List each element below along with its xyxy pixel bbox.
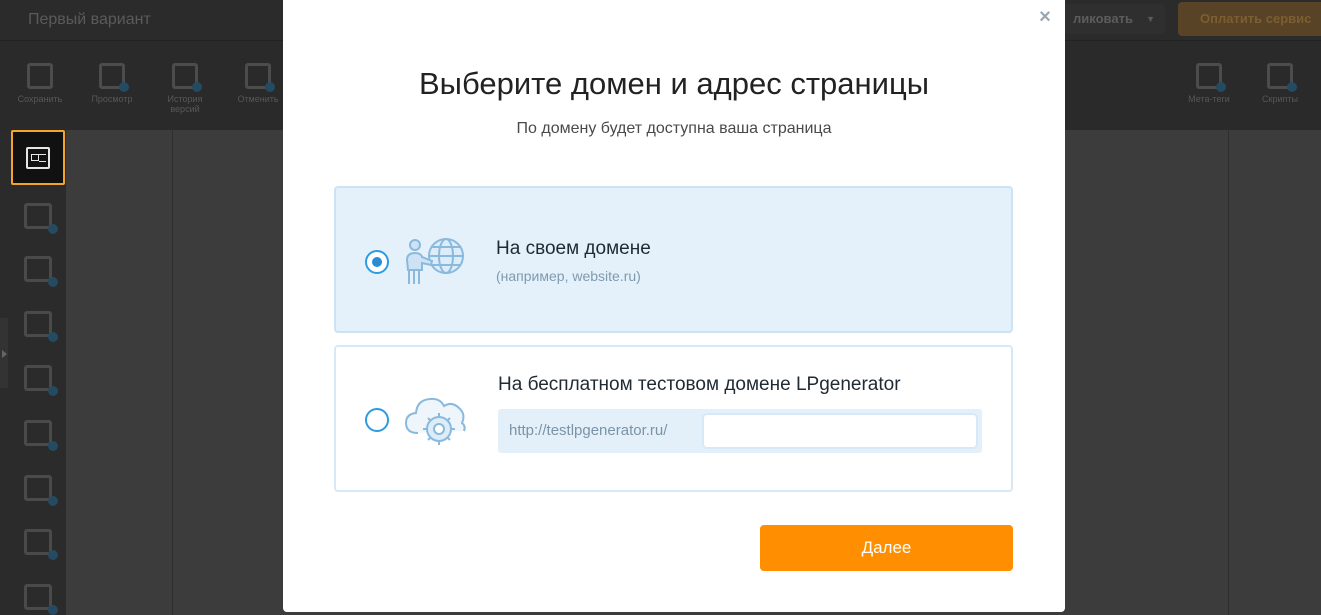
test-domain-field-group: http://testlpgenerator.ru/: [498, 409, 982, 453]
floppy-icon: [27, 63, 53, 89]
option-own-domain-hint: (например, website.ru): [496, 268, 641, 284]
text-block-icon: [26, 147, 50, 169]
info-dot-icon: [48, 332, 58, 342]
info-dot-icon: [48, 496, 58, 506]
info-dot-icon: [48, 605, 58, 615]
info-dot-icon: [48, 550, 58, 560]
save-tool-label: Сохранить: [17, 94, 63, 104]
history-tool-label: История версий: [167, 94, 203, 114]
sidebar-item-widget[interactable]: [24, 203, 58, 234]
preview-tool-label: Просмотр: [91, 94, 133, 104]
option-own-domain-title: На своем домене: [496, 238, 651, 259]
sidebar-item-text-block[interactable]: [11, 130, 65, 185]
meta-tags-tool-label: Мета-теги: [1188, 94, 1230, 104]
variant-name[interactable]: Первый вариант: [14, 7, 276, 33]
pay-service-button[interactable]: Оплатить сервис: [1178, 2, 1321, 36]
canvas-guide-left: [172, 130, 173, 615]
radio-own-domain[interactable]: [365, 250, 389, 274]
sidebar-item-map[interactable]: [24, 529, 58, 560]
monitor-icon: [99, 63, 129, 92]
history-icon: [172, 63, 202, 92]
sidebar-item-slider[interactable]: [24, 475, 58, 506]
modal-title: Выберите домен и адрес страницы: [419, 66, 929, 101]
preview-tool[interactable]: Просмотр: [82, 63, 142, 104]
publish-button[interactable]: ликовать ▼: [1065, 4, 1165, 34]
presenter-globe-icon: [405, 238, 464, 284]
next-button[interactable]: Далее: [760, 525, 1013, 571]
canvas-guide-right: [1228, 130, 1229, 615]
history-tool[interactable]: История версий: [155, 63, 215, 114]
scripts-tool-label: Скрипты: [1262, 94, 1298, 104]
info-dot-icon: [48, 441, 58, 451]
close-icon[interactable]: ×: [1035, 6, 1055, 28]
sidebar-item-timer[interactable]: [24, 256, 58, 287]
info-dot-icon: [48, 386, 58, 396]
info-dot-icon: [48, 277, 58, 287]
option-test-domain[interactable]: На бесплатном тестовом домене LPgenerato…: [334, 345, 1013, 492]
sidebar-item-video[interactable]: [24, 420, 58, 451]
save-tool[interactable]: Сохранить: [10, 63, 70, 104]
test-domain-prefix: http://testlpgenerator.ru/: [509, 422, 668, 439]
code-icon: [1267, 63, 1297, 92]
info-dot-icon: [48, 224, 58, 234]
option-own-domain[interactable]: На своем домене (например, website.ru): [334, 186, 1013, 333]
meta-tags-tool[interactable]: Мета-теги: [1179, 63, 1239, 104]
scripts-tool[interactable]: Скрипты: [1250, 63, 1310, 104]
chevron-down-icon: ▼: [1146, 14, 1155, 24]
sidebar-item-font[interactable]: [24, 584, 58, 615]
domain-modal: × Выберите домен и адрес страницы По дом…: [283, 0, 1065, 612]
sidebar-expand-handle[interactable]: [0, 318, 8, 388]
undo-tool[interactable]: Отменить: [228, 63, 288, 104]
sidebar-item-window[interactable]: [24, 311, 58, 342]
undo-tool-label: Отменить: [237, 94, 279, 104]
tag-icon: [1196, 63, 1226, 92]
publish-label: ликовать: [1073, 11, 1133, 26]
modal-subtitle: По домену будет доступна ваша страница: [516, 120, 832, 137]
sidebar-item-image[interactable]: [24, 365, 58, 396]
option-test-domain-title: На бесплатном тестовом домене LPgenerato…: [498, 374, 901, 395]
subdomain-input[interactable]: [702, 413, 978, 449]
cloud-gear-icon: [404, 397, 466, 445]
undo-icon: [245, 63, 275, 92]
radio-test-domain[interactable]: [365, 408, 389, 432]
